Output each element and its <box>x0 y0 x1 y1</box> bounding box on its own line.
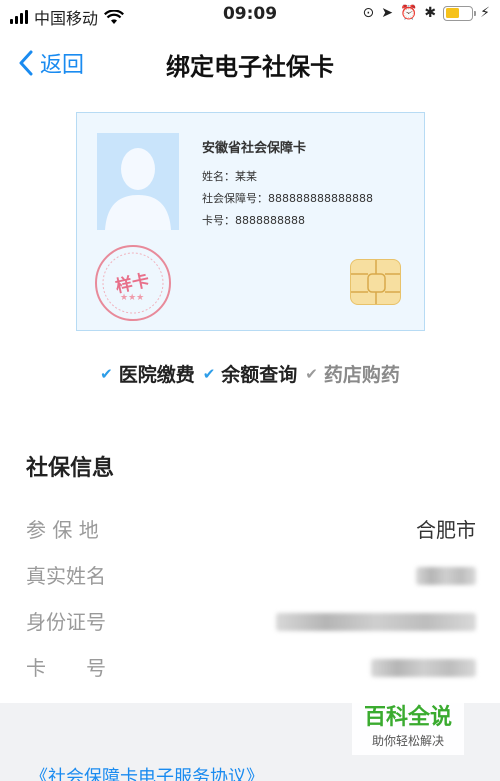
feature-list: ✔ 医院缴费 ✔ 余额查询 ✔ 药店购药 <box>0 360 500 387</box>
battery-icon <box>443 5 477 21</box>
info-label: 真实姓名 <box>26 564 106 588</box>
nav-bar: 返回 绑定电子社保卡 <box>0 30 500 98</box>
alarm-icon: ⏰ <box>399 5 418 21</box>
chip-icon <box>350 259 401 305</box>
feature-label: 余额查询 <box>221 364 298 386</box>
agreement-link[interactable]: 《社会保障卡电子服务协议》 <box>30 763 264 781</box>
check-icon: ✔ <box>100 364 113 383</box>
info-label: 身份证号 <box>26 610 106 634</box>
social-security-card: 安徽省社会保障卡 姓名：某某 社会保障号：888888888888888 卡号：… <box>76 112 425 331</box>
avatar <box>97 133 179 230</box>
redacted-value <box>276 613 476 631</box>
status-bar: 中国移动 09:09 ⊙ ➤ ⏰ ✱ ⚡ <box>0 0 500 30</box>
sample-stamp: ★★★ 样卡 <box>93 243 173 323</box>
card-holder-name: 姓名：某某 <box>202 170 257 183</box>
feature-balance-query: ✔ 余额查询 <box>203 360 298 387</box>
charging-icon: ⚡ <box>480 5 490 21</box>
info-row-location: 参 保 地 合肥市 <box>26 514 476 544</box>
redacted-value <box>371 659 476 677</box>
check-icon: ✔ <box>202 364 216 383</box>
section-title: 社保信息 <box>26 456 115 481</box>
feature-label: 药店购药 <box>323 364 400 386</box>
watermark-main: 百科全说 <box>363 705 452 730</box>
status-right: ⊙ ➤ ⏰ ✱ ⚡ <box>363 5 490 21</box>
bluetooth-icon: ✱ <box>424 5 437 21</box>
location-icon: ➤ <box>381 5 393 21</box>
card-issuer: 安徽省社会保障卡 <box>202 141 307 156</box>
info-label: 卡 号 <box>26 656 106 680</box>
info-section: 社保信息 参 保 地 合肥市 真实姓名 身份证号 卡 号 <box>0 418 500 703</box>
feature-pharmacy-purchase: ✔ 药店购药 <box>305 360 400 387</box>
page-title: 绑定电子社保卡 <box>166 53 334 81</box>
orientation-lock-icon: ⊙ <box>362 5 375 21</box>
info-row-real-name: 真实姓名 <box>26 560 476 590</box>
card-ss-number: 社会保障号：888888888888888 <box>202 192 373 205</box>
card-number: 卡号：8888888888 <box>202 214 305 227</box>
card-section: 安徽省社会保障卡 姓名：某某 社会保障号：888888888888888 卡号：… <box>0 98 500 422</box>
check-icon: ✔ <box>305 364 318 383</box>
watermark-logo: 百科全说 助你轻松解决 <box>352 703 464 755</box>
feature-label: 医院缴费 <box>118 364 195 386</box>
watermark-sub: 助你轻松解决 <box>371 734 444 748</box>
feature-hospital-payment: ✔ 医院缴费 <box>100 360 195 387</box>
redacted-value <box>416 567 476 585</box>
info-label: 参 保 地 <box>26 518 99 542</box>
info-row-card-number: 卡 号 <box>26 652 476 682</box>
info-row-id-number: 身份证号 <box>26 606 476 636</box>
info-value: 合肥市 <box>416 518 476 542</box>
